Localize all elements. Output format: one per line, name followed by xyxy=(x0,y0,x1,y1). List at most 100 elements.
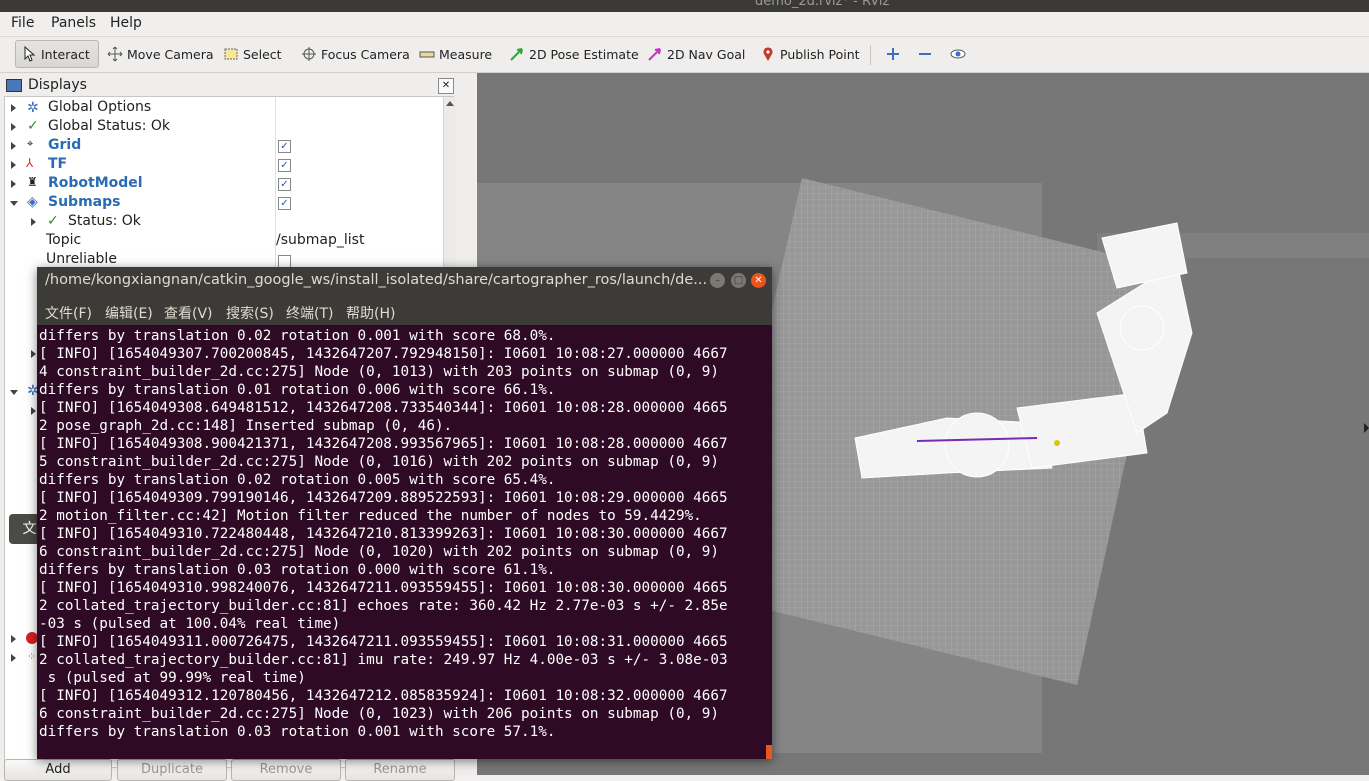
terminal-menu-view[interactable]: 查看(V) xyxy=(164,303,213,323)
menu-help[interactable]: Help xyxy=(110,15,142,31)
minimize-icon[interactable]: – xyxy=(710,273,725,288)
submaps-enabled-checkbox[interactable]: ✓ xyxy=(278,197,291,210)
terminal-line: [ INFO] [1654049311.000726475, 143264721… xyxy=(39,634,728,650)
publish-point-tool-button[interactable]: Publish Point xyxy=(755,40,865,68)
move-camera-tool-button[interactable]: Move Camera xyxy=(102,40,219,68)
2d-pose-estimate-tool-button[interactable]: 2D Pose Estimate xyxy=(504,40,644,68)
monitor-icon xyxy=(6,79,22,92)
focus-camera-icon xyxy=(301,46,317,62)
terminal-line: differs by translation 0.03 rotation 0.0… xyxy=(39,724,556,740)
tree-item-robotmodel[interactable]: ♜ RobotModel ✓ xyxy=(5,175,443,194)
checkmark-icon: ✓ xyxy=(47,213,59,229)
terminal-line: differs by translation 0.01 rotation 0.0… xyxy=(39,382,556,398)
expand-arrow-icon[interactable] xyxy=(31,218,36,226)
publish-point-label: Publish Point xyxy=(780,46,860,62)
terminal-line: 6 constraint_builder_2d.cc:275] Node (0,… xyxy=(39,544,719,560)
tree-item-label: Unreliable xyxy=(46,251,117,267)
tree-item-topic[interactable]: Topic /submap_list xyxy=(5,232,443,251)
terminal-line: differs by translation 0.02 rotation 0.0… xyxy=(39,472,556,488)
terminal-title-bar[interactable]: /home/kongxiangnan/catkin_google_ws/inst… xyxy=(37,267,772,295)
ruler-icon xyxy=(419,46,435,62)
select-icon xyxy=(223,46,239,62)
rename-button[interactable]: Rename xyxy=(345,759,455,781)
magenta-arrow-icon xyxy=(647,46,663,62)
green-arrow-icon xyxy=(509,46,525,62)
tree-item-global-status[interactable]: ✓ Global Status: Ok xyxy=(5,118,443,137)
expand-arrow-icon[interactable] xyxy=(11,142,16,150)
interact-tool-button[interactable]: Interact xyxy=(15,40,99,68)
expand-arrow-icon[interactable] xyxy=(11,104,16,112)
terminal-menu-edit[interactable]: 编辑(E) xyxy=(105,303,153,323)
add-button[interactable]: Add xyxy=(4,759,112,781)
expand-arrow-icon[interactable] xyxy=(11,635,16,643)
expand-arrow-icon[interactable] xyxy=(31,407,36,415)
remove-tool-button[interactable] xyxy=(912,40,940,68)
terminal-line: [ INFO] [1654049312.120780456, 143264721… xyxy=(39,688,728,704)
2d-nav-goal-label: 2D Nav Goal xyxy=(667,46,746,62)
tree-item-global-options[interactable]: ✲ Global Options xyxy=(5,99,443,118)
toolbar-separator xyxy=(870,45,871,65)
tree-item-hidden[interactable] xyxy=(5,345,36,364)
side-panel-arrow-icon[interactable] xyxy=(1364,423,1369,433)
view-options-button[interactable] xyxy=(945,40,975,68)
robotmodel-enabled-checkbox[interactable]: ✓ xyxy=(278,178,291,191)
terminal-line: [ INFO] [1654049308.649481512, 143264720… xyxy=(39,400,728,416)
expand-arrow-icon[interactable] xyxy=(11,161,16,169)
displays-title: Displays xyxy=(28,77,87,93)
terminal-line: differs by translation 0.02 rotation 0.0… xyxy=(39,328,556,344)
select-label: Select xyxy=(243,46,282,62)
gear-icon: ✲ xyxy=(27,100,39,116)
maximize-icon[interactable]: □ xyxy=(731,273,746,288)
remove-button[interactable]: Remove xyxy=(231,759,341,781)
terminal-output[interactable]: differs by translation 0.02 rotation 0.0… xyxy=(39,327,770,759)
tree-item-grid[interactable]: ⌖ Grid ✓ xyxy=(5,137,443,156)
measure-tool-button[interactable]: Measure xyxy=(414,40,497,68)
terminal-menu-file[interactable]: 文件(F) xyxy=(45,303,92,323)
status-dots-icon: ⁘ xyxy=(27,650,37,663)
window-title: demo_2d.rviz* - RViz xyxy=(755,0,890,9)
2d-nav-goal-tool-button[interactable]: 2D Nav Goal xyxy=(642,40,750,68)
grid-enabled-checkbox[interactable]: ✓ xyxy=(278,140,291,153)
collapse-arrow-icon[interactable] xyxy=(10,201,18,206)
tree-item-status[interactable]: ✓ Status: Ok xyxy=(5,213,443,232)
robot-marker xyxy=(1054,440,1060,446)
collapse-arrow-icon[interactable] xyxy=(10,390,18,395)
grid-icon: ⌖ xyxy=(27,137,34,150)
topic-value[interactable]: /submap_list xyxy=(276,232,364,248)
tf-enabled-checkbox[interactable]: ✓ xyxy=(278,159,291,172)
tree-item-label: Topic xyxy=(46,232,82,248)
window-title-bar: demo_2d.rviz* - RViz xyxy=(0,0,1369,12)
move-camera-icon xyxy=(107,46,123,62)
robot-icon: ♜ xyxy=(27,175,38,189)
terminal-menu-search[interactable]: 搜索(S) xyxy=(226,303,274,323)
tree-item-label: Global Options xyxy=(48,99,152,115)
expand-arrow-icon[interactable] xyxy=(31,350,36,358)
terminal-line: s (pulsed at 99.99% real time) xyxy=(39,670,306,686)
tree-item-tf[interactable]: ⅄ TF ✓ xyxy=(5,156,443,175)
menu-file[interactable]: File xyxy=(11,15,34,31)
close-icon[interactable]: ✕ xyxy=(438,78,454,94)
duplicate-button[interactable]: Duplicate xyxy=(117,759,227,781)
tf-axes-icon: ⅄ xyxy=(26,156,34,170)
measure-label: Measure xyxy=(439,46,493,62)
expand-arrow-icon[interactable] xyxy=(11,180,16,188)
add-tool-button[interactable] xyxy=(880,40,904,68)
terminal-line: [ INFO] [1654049310.722480448, 143264721… xyxy=(39,526,728,542)
terminal-window[interactable]: /home/kongxiangnan/catkin_google_ws/inst… xyxy=(37,267,772,759)
menu-panels[interactable]: Panels xyxy=(51,15,96,31)
terminal-line: 2 collated_trajectory_builder.cc:81] imu… xyxy=(39,652,728,668)
scroll-up-icon[interactable] xyxy=(446,101,454,106)
terminal-menu-terminal[interactable]: 终端(T) xyxy=(286,303,333,323)
tree-item-submaps[interactable]: ◈ Submaps ✓ xyxy=(5,194,443,213)
tree-item-label: RobotModel xyxy=(48,175,143,191)
select-tool-button[interactable]: Select xyxy=(218,40,287,68)
focus-camera-tool-button[interactable]: Focus Camera xyxy=(296,40,415,68)
submaps-icon: ◈ xyxy=(27,194,38,210)
terminal-menu-help[interactable]: 帮助(H) xyxy=(346,303,395,323)
expand-arrow-icon[interactable] xyxy=(11,123,16,131)
close-icon[interactable]: ✕ xyxy=(751,273,766,288)
tree-scrollbar[interactable] xyxy=(443,97,456,267)
cursor-icon xyxy=(21,45,37,62)
expand-arrow-icon[interactable] xyxy=(11,654,16,662)
terminal-line: 2 motion_filter.cc:42] Motion filter red… xyxy=(39,508,702,524)
